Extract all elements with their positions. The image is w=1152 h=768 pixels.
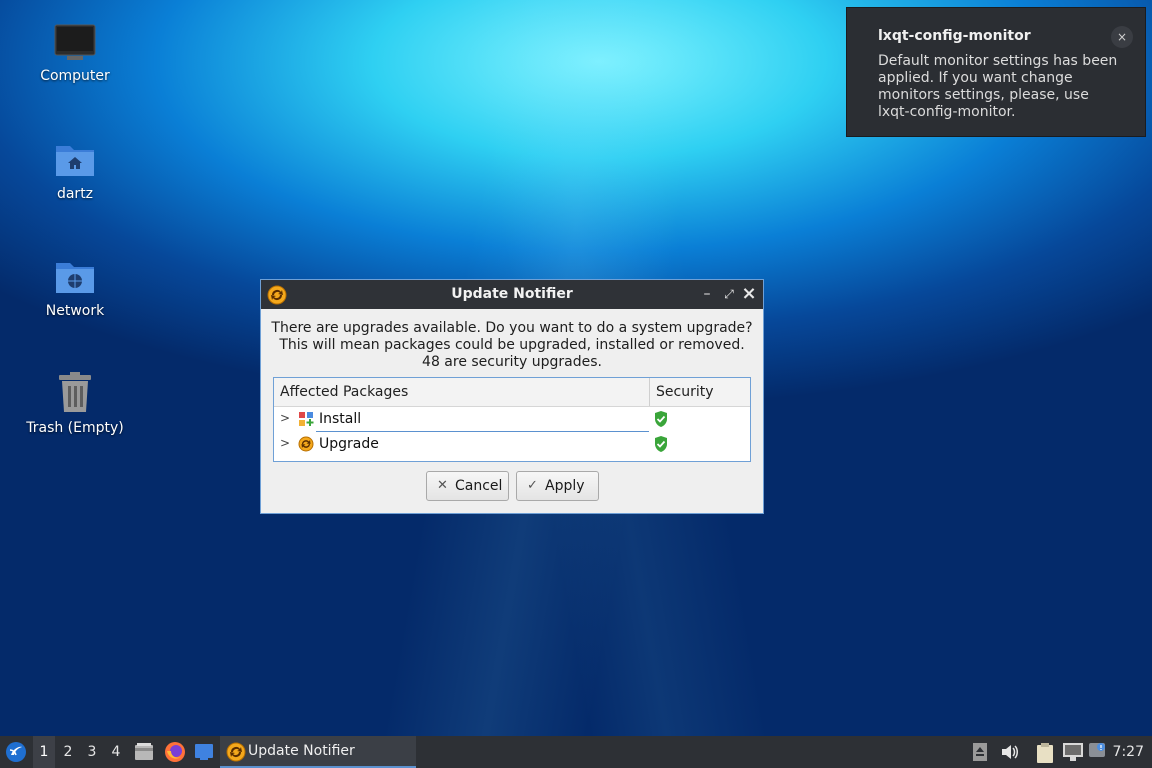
clock[interactable]: 7:27	[1113, 736, 1144, 768]
close-button[interactable]: ×	[739, 284, 759, 304]
dialog-title: Update Notifier	[451, 286, 573, 302]
desktop-icon-network[interactable]: Network	[20, 257, 130, 319]
task-update-notifier[interactable]: Update Notifier	[220, 736, 416, 768]
tree-row-label: Upgrade	[319, 436, 379, 452]
desktop-switch-2[interactable]: 2	[57, 736, 79, 768]
tree-row-upgrade[interactable]: > Upgrade	[274, 432, 750, 457]
tree-row-install[interactable]: > Install	[274, 407, 750, 432]
maximize-button[interactable]: ⤢	[719, 284, 739, 304]
chevron-right-icon[interactable]: >	[280, 436, 290, 450]
desktop-switch-4[interactable]: 4	[105, 736, 127, 768]
cancel-button-label: Cancel	[455, 478, 503, 494]
notification-close-button[interactable]: ×	[1111, 26, 1133, 48]
affected-packages-tree[interactable]: Affected Packages Security > Install > U…	[273, 377, 751, 462]
home-folder-icon	[56, 146, 94, 176]
desktop-icon-label: Computer	[40, 68, 110, 84]
taskbar: 1 2 3 4 Update Notifier 7:27	[0, 736, 1152, 768]
eject-icon[interactable]	[972, 742, 988, 762]
clipboard-icon[interactable]	[1036, 742, 1054, 764]
apply-button-label: Apply	[545, 478, 585, 494]
network-folder-icon	[56, 263, 94, 293]
install-icon	[299, 412, 314, 426]
column-header-security[interactable]: Security	[656, 384, 714, 400]
upgrade-icon	[298, 436, 314, 452]
volume-icon[interactable]	[1000, 742, 1020, 762]
desktop-switch-1[interactable]: 1	[33, 736, 55, 768]
dialog-titlebar[interactable]: Update Notifier – ⤢ ×	[261, 280, 763, 309]
computer-icon	[54, 24, 96, 60]
notification-title: lxqt-config-monitor	[878, 28, 1031, 44]
tree-row-label: Install	[319, 411, 362, 427]
trash-icon	[59, 372, 91, 412]
column-separator[interactable]	[649, 378, 650, 406]
tree-header: Affected Packages Security	[274, 378, 750, 407]
desktop-icon-home[interactable]: dartz	[20, 140, 130, 202]
desktop-icon-label: Network	[45, 303, 105, 319]
desktop-icon-label: dartz	[56, 186, 94, 202]
notification-body: Default monitor settings has been applie…	[878, 53, 1118, 120]
shield-check-icon	[655, 411, 667, 427]
update-notifier-dialog: Update Notifier – ⤢ × There are upgrades…	[260, 279, 764, 514]
firefox-icon[interactable]	[164, 741, 186, 763]
notification-popup[interactable]: lxqt-config-monitor Default monitor sett…	[846, 7, 1146, 137]
desktop-icon-label: Trash (Empty)	[26, 420, 124, 436]
cancel-button[interactable]: ✕ Cancel	[426, 471, 509, 501]
notification-icon[interactable]	[1088, 742, 1108, 762]
update-notifier-icon	[226, 742, 246, 762]
shield-check-icon	[655, 436, 667, 452]
file-manager-icon[interactable]	[134, 742, 154, 762]
message-line: There are upgrades available. Do you wan…	[271, 320, 753, 336]
dialog-message: There are upgrades available. Do you wan…	[261, 320, 763, 371]
desktop-icon-trash[interactable]: Trash (Empty)	[20, 372, 130, 436]
show-desktop-icon[interactable]	[194, 743, 214, 761]
apply-button[interactable]: ✓ Apply	[516, 471, 599, 501]
desktop-icon-computer[interactable]: Computer	[20, 24, 130, 84]
start-menu-icon[interactable]	[5, 741, 27, 763]
minimize-button[interactable]: –	[697, 284, 717, 304]
network-icon[interactable]	[1062, 742, 1084, 762]
checkmark-icon: ✓	[527, 478, 538, 493]
message-line: This will mean packages could be upgrade…	[279, 337, 745, 353]
task-label: Update Notifier	[248, 743, 355, 759]
chevron-right-icon[interactable]: >	[280, 411, 290, 425]
message-line: 48 are security upgrades.	[422, 354, 602, 370]
column-header-affected-packages[interactable]: Affected Packages	[280, 384, 408, 400]
cancel-x-icon: ✕	[437, 478, 448, 493]
desktop-switch-3[interactable]: 3	[81, 736, 103, 768]
